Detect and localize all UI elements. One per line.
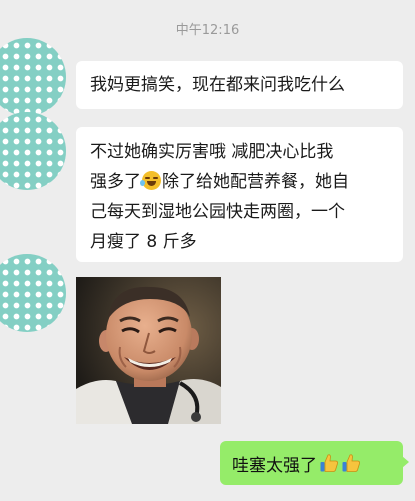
received-message-bubble[interactable]: 不过她确实厉害哦 减肥决心比我 强多了 除了给她配营养餐，她自 己每天到湿地公园快… [76,127,403,262]
meme-image-drawing [76,277,221,424]
message-text: 我妈更搞笑，现在都来问我吃什么 [90,75,345,95]
message-text-line: 强多了 除了给她配营养餐，她自 [90,167,391,197]
thumbs-up-icon [320,454,338,472]
received-message-bubble[interactable]: 我妈更搞笑，现在都来问我吃什么 [76,61,403,109]
message-text-line: 月瘦了 8 斤多 [90,232,197,252]
friend-avatar[interactable] [0,38,66,116]
crying-laughing-emoji-icon [140,171,161,190]
message-timestamp: 中午12:16 [175,23,240,38]
laughing-man-meme-image[interactable] [76,277,221,424]
message-text-line: 不过她确实厉害哦 减肥决心比我 [90,142,334,162]
friend-avatar[interactable] [0,112,66,190]
message-text: 哇塞太强了 [232,455,317,476]
sent-message-bubble[interactable]: 哇塞太强了 [220,441,409,485]
friend-avatar[interactable] [0,254,66,332]
thumbs-up-icon [342,454,360,472]
message-text-line: 己每天到湿地公园快走两圈，一个 [90,202,345,222]
message-text-fragment: 强多了 [90,172,141,192]
message-text-fragment: 除了给她配营养餐，她自 [162,172,349,192]
